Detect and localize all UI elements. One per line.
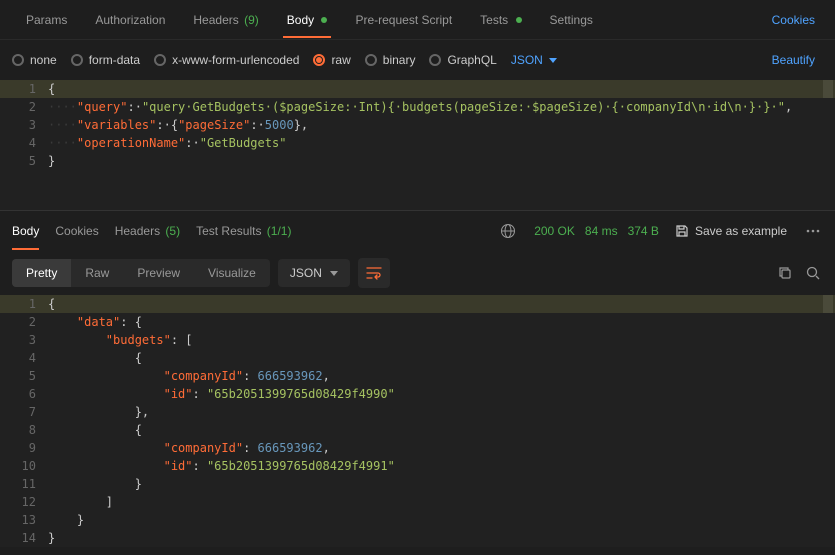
response-tab-headers-label: Headers xyxy=(115,224,160,238)
tab-tests[interactable]: Tests xyxy=(466,3,535,37)
status-size: 374 B xyxy=(628,224,659,238)
response-format-dropdown[interactable]: JSON xyxy=(278,259,350,287)
radio-icon xyxy=(429,54,441,66)
line-number: 11 xyxy=(0,475,48,493)
response-tab-testresults-label: Test Results xyxy=(196,224,261,238)
response-tab-headers-count: (5) xyxy=(165,224,180,238)
line-number: 8 xyxy=(0,421,48,439)
response-format-label: JSON xyxy=(290,266,322,280)
save-icon xyxy=(675,224,689,238)
body-type-row: none form-data x-www-form-urlencoded raw… xyxy=(0,40,835,80)
status-time: 84 ms xyxy=(585,224,618,238)
body-type-graphql-label: GraphQL xyxy=(447,53,496,67)
body-type-raw[interactable]: raw xyxy=(313,53,350,67)
network-icon[interactable] xyxy=(498,221,518,241)
tab-headers-label: Headers xyxy=(193,13,238,27)
request-body-editor[interactable]: 1{ 2····"query":·"query·GetBudgets·($pag… xyxy=(0,80,835,210)
line-number: 7 xyxy=(0,403,48,421)
raw-type-dropdown[interactable]: JSON xyxy=(511,53,557,67)
body-type-binary-label: binary xyxy=(383,53,416,67)
response-tab-headers[interactable]: Headers (5) xyxy=(115,212,180,250)
scrollbar-thumb[interactable] xyxy=(823,295,833,313)
view-visualize[interactable]: Visualize xyxy=(194,259,270,287)
line-number: 3 xyxy=(0,116,48,134)
response-tab-body[interactable]: Body xyxy=(12,212,39,250)
body-modified-dot-icon xyxy=(321,17,327,23)
search-button[interactable] xyxy=(803,263,823,283)
line-number: 9 xyxy=(0,439,48,457)
radio-icon xyxy=(313,54,325,66)
tab-prerequest[interactable]: Pre-request Script xyxy=(341,3,466,37)
line-number: 14 xyxy=(0,529,48,547)
line-number: 5 xyxy=(0,152,48,170)
response-header: Body Cookies Headers (5) Test Results (1… xyxy=(0,211,835,251)
body-type-formdata[interactable]: form-data xyxy=(71,53,140,67)
tab-tests-label: Tests xyxy=(480,13,508,27)
save-as-example-button[interactable]: Save as example xyxy=(675,224,787,238)
view-pretty[interactable]: Pretty xyxy=(12,259,71,287)
line-wrap-button[interactable] xyxy=(358,258,390,288)
body-type-urlencoded[interactable]: x-www-form-urlencoded xyxy=(154,53,299,67)
wrap-icon xyxy=(366,266,382,280)
body-type-graphql[interactable]: GraphQL xyxy=(429,53,496,67)
radio-icon xyxy=(154,54,166,66)
tab-headers-count: (9) xyxy=(244,13,259,27)
beautify-button[interactable]: Beautify xyxy=(764,43,823,77)
line-number: 4 xyxy=(0,349,48,367)
tests-modified-dot-icon xyxy=(516,17,522,23)
line-number: 6 xyxy=(0,385,48,403)
line-number: 12 xyxy=(0,493,48,511)
tab-headers[interactable]: Headers (9) xyxy=(179,3,272,37)
response-tab-testresults[interactable]: Test Results (1/1) xyxy=(196,212,291,250)
body-type-none[interactable]: none xyxy=(12,53,57,67)
line-number: 2 xyxy=(0,98,48,116)
line-number: 2 xyxy=(0,313,48,331)
cookies-link[interactable]: Cookies xyxy=(764,3,823,37)
line-number: 13 xyxy=(0,511,48,529)
radio-icon xyxy=(365,54,377,66)
line-number: 1 xyxy=(0,295,48,313)
save-example-label: Save as example xyxy=(695,224,787,238)
response-status: 200 OK 84 ms 374 B xyxy=(534,224,659,238)
chevron-down-icon xyxy=(330,271,338,276)
radio-icon xyxy=(71,54,83,66)
response-section: Body Cookies Headers (5) Test Results (1… xyxy=(0,210,835,547)
radio-icon xyxy=(12,54,24,66)
view-preview[interactable]: Preview xyxy=(123,259,194,287)
view-mode-group: Pretty Raw Preview Visualize xyxy=(12,259,270,287)
request-tabs-row: Params Authorization Headers (9) Body Pr… xyxy=(0,0,835,40)
copy-button[interactable] xyxy=(775,263,795,283)
line-number: 4 xyxy=(0,134,48,152)
body-type-none-label: none xyxy=(30,53,57,67)
tab-body[interactable]: Body xyxy=(273,3,342,37)
line-number: 10 xyxy=(0,457,48,475)
more-options-button[interactable] xyxy=(803,221,823,241)
view-raw[interactable]: Raw xyxy=(71,259,123,287)
line-number: 3 xyxy=(0,331,48,349)
status-code: 200 OK xyxy=(534,224,575,238)
line-number: 1 xyxy=(0,80,48,98)
tab-authorization[interactable]: Authorization xyxy=(81,3,179,37)
response-tab-cookies[interactable]: Cookies xyxy=(55,212,98,250)
tab-settings[interactable]: Settings xyxy=(536,3,607,37)
body-type-binary[interactable]: binary xyxy=(365,53,416,67)
copy-icon xyxy=(778,266,792,280)
tab-params[interactable]: Params xyxy=(12,3,81,37)
body-type-raw-label: raw xyxy=(331,53,350,67)
dots-horizontal-icon xyxy=(806,229,820,233)
chevron-down-icon xyxy=(549,58,557,63)
scrollbar-thumb[interactable] xyxy=(823,80,833,98)
raw-type-label: JSON xyxy=(511,53,543,67)
tab-body-label: Body xyxy=(287,13,314,27)
response-body-editor[interactable]: 1{ 2 "data": { 3 "budgets": [ 4 { 5 "com… xyxy=(0,295,835,547)
body-type-formdata-label: form-data xyxy=(89,53,140,67)
response-view-row: Pretty Raw Preview Visualize JSON xyxy=(0,251,835,295)
line-number: 5 xyxy=(0,367,48,385)
search-icon xyxy=(806,266,820,280)
body-type-urlencoded-label: x-www-form-urlencoded xyxy=(172,53,299,67)
response-tab-testresults-count: (1/1) xyxy=(267,224,292,238)
